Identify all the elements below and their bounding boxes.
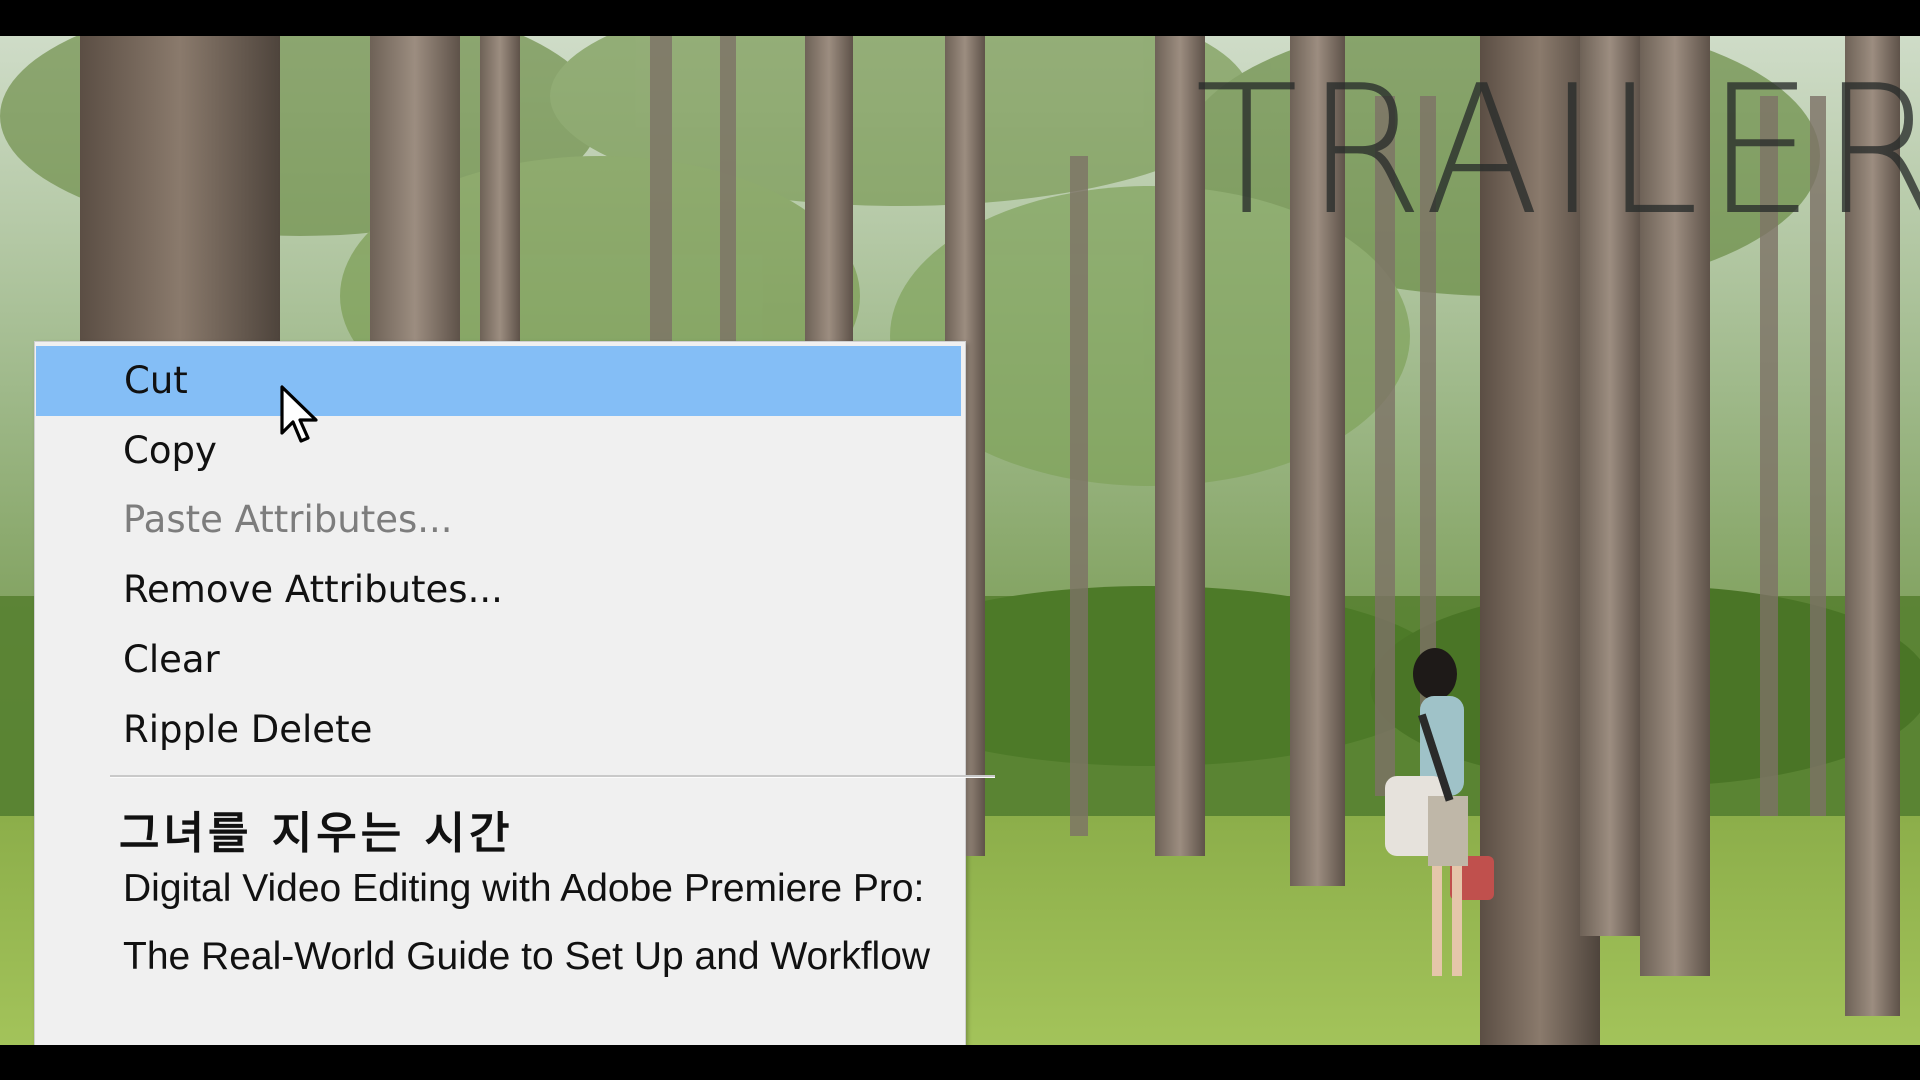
korean-title: 그녀를 지우는 시간 <box>119 808 514 859</box>
book-title-line-2: The Real-World Guide to Set Up and Workf… <box>123 935 931 978</box>
book-title-line-1: Digital Video Editing with Adobe Premier… <box>123 867 925 910</box>
menu-separator <box>110 775 995 778</box>
menu-item-clear[interactable]: Clear <box>35 625 961 695</box>
trailer-title: TRAILER <box>1195 47 1920 254</box>
menu-item-remove-attributes[interactable]: Remove Attributes... <box>35 555 961 625</box>
mouse-pointer-icon <box>280 385 318 443</box>
context-menu: Cut Copy Paste Attributes... Remove Attr… <box>34 341 995 1047</box>
menu-item-cut[interactable]: Cut <box>36 346 961 416</box>
menu-item-copy[interactable]: Copy <box>35 416 961 486</box>
letterbox-bottom <box>0 1045 1920 1080</box>
letterbox-top <box>0 0 1920 36</box>
menu-item-paste-attributes: Paste Attributes... <box>123 498 453 541</box>
video-frame: TRAILER Cut Copy Paste Attributes... Rem… <box>0 0 1920 1080</box>
menu-item-ripple-delete[interactable]: Ripple Delete <box>35 695 961 765</box>
